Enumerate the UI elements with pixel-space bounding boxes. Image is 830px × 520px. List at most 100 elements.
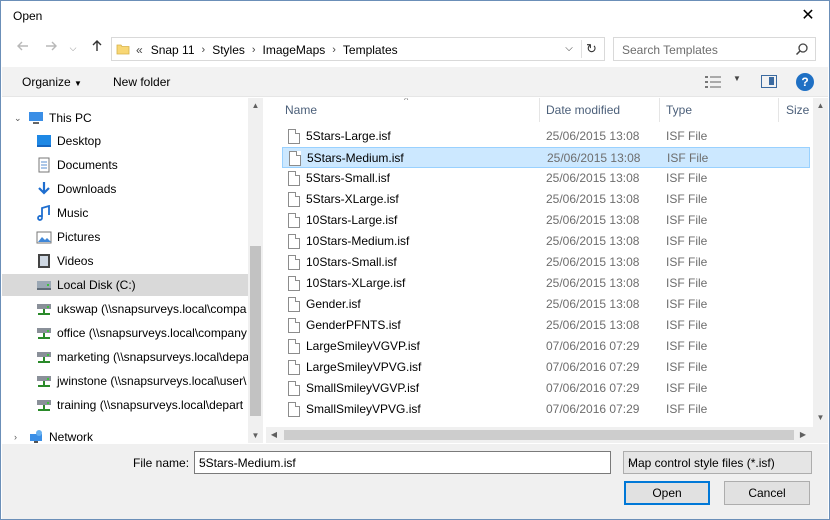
file-name: SmallSmileyVGVP.isf xyxy=(306,381,420,395)
file-row[interactable]: GenderPFNTS.isf 25/06/2015 13:08 ISF File xyxy=(282,315,810,336)
breadcrumb-overflow[interactable]: « xyxy=(136,43,143,57)
documents-icon xyxy=(38,157,50,173)
file-row[interactable]: Gender.isf 25/06/2015 13:08 ISF File xyxy=(282,294,810,315)
recent-locations-dropdown-icon[interactable]: ⌵ xyxy=(63,38,83,58)
chevron-right-icon[interactable]: › xyxy=(202,44,206,56)
refresh-icon[interactable]: ↻ xyxy=(581,40,601,58)
chevron-right-icon[interactable]: › xyxy=(14,426,17,443)
new-folder-button[interactable]: New folder xyxy=(113,75,170,89)
breadcrumb-imagemaps[interactable]: ImageMaps xyxy=(263,43,326,57)
file-date-modified: 25/06/2015 13:08 xyxy=(546,129,640,143)
file-list-horizontal-scrollbar[interactable]: ◀ ▶ xyxy=(266,427,813,443)
local-disk-icon xyxy=(37,281,51,290)
scroll-up-icon[interactable]: ▲ xyxy=(248,98,263,113)
file-date-modified: 25/06/2015 13:08 xyxy=(546,213,640,227)
videos-icon xyxy=(38,254,50,268)
column-name[interactable]: Name xyxy=(285,103,317,117)
column-divider[interactable] xyxy=(778,98,779,122)
file-row[interactable]: 5Stars-XLarge.isf 25/06/2015 13:08 ISF Fil… xyxy=(282,189,810,210)
breadcrumb-snap-11[interactable]: Snap 11 xyxy=(151,43,195,57)
navigation-scrollbar[interactable]: ▲ ▼ xyxy=(248,98,263,443)
file-name: 5Stars-Small.isf xyxy=(306,171,391,185)
search-input[interactable]: Search Templates xyxy=(622,43,718,57)
sidebar-item-marketing[interactable]: marketing (\\snapsurveys.local\depa xyxy=(2,346,248,368)
scroll-left-icon[interactable]: ◀ xyxy=(266,427,282,443)
address-bar[interactable]: « Snap 11 › Styles › ImageMaps › Templat… xyxy=(111,37,605,61)
scroll-right-icon[interactable]: ▶ xyxy=(795,427,811,443)
file-row[interactable]: 5Stars-Medium.isf 25/06/2015 13:08 ISF Fil… xyxy=(282,147,810,168)
file-row[interactable]: SmallSmileyVPVG.isf 07/06/2016 07:29 ISF F… xyxy=(282,399,810,420)
scrollbar-thumb[interactable] xyxy=(284,430,794,440)
scroll-up-icon[interactable]: ▲ xyxy=(813,98,828,113)
sidebar-item-videos[interactable]: Videos xyxy=(2,250,248,272)
column-date-modified[interactable]: Date modified xyxy=(546,103,620,117)
sidebar-item-ukswap[interactable]: ukswap (\\snapsurveys.local\compa xyxy=(2,298,248,320)
file-row[interactable]: LargeSmileyVGVP.isf 07/06/2016 07:29 ISF F… xyxy=(282,336,810,357)
column-type[interactable]: Type xyxy=(666,103,692,117)
file-type: ISF File xyxy=(666,213,708,227)
file-icon xyxy=(288,297,300,312)
help-icon[interactable]: ? xyxy=(796,73,814,91)
file-row[interactable]: 10Stars-Medium.isf 25/06/2015 13:08 ISF Fi… xyxy=(282,231,810,252)
file-name: 5Stars-Large.isf xyxy=(306,129,391,143)
change-view-button[interactable]: ▼ xyxy=(705,73,745,91)
sidebar-item-office[interactable]: office (\\snapsurveys.local\company xyxy=(2,322,248,344)
sidebar-item-network[interactable]: › Network xyxy=(2,426,248,443)
file-name-field[interactable]: 5Stars-Medium.isf ⌵ xyxy=(194,451,611,474)
open-button[interactable]: Open xyxy=(624,481,710,505)
column-divider[interactable] xyxy=(659,98,660,122)
chevron-down-icon[interactable]: ⌵ xyxy=(561,40,577,58)
file-row[interactable]: LargeSmileyVPVG.isf 07/06/2016 07:29 ISF F… xyxy=(282,357,810,378)
scroll-down-icon[interactable]: ▼ xyxy=(813,410,828,425)
music-icon xyxy=(37,205,50,221)
file-type: ISF File xyxy=(666,255,708,269)
file-row[interactable]: 10Stars-Large.isf 25/06/2015 13:08 ISF Fil… xyxy=(282,210,810,231)
network-drive-icon xyxy=(37,304,51,315)
file-row[interactable]: SmallSmileyVGVP.isf 07/06/2016 07:29 ISF F… xyxy=(282,378,810,399)
caret-down-icon: ▼ xyxy=(733,74,741,83)
column-size[interactable]: Size xyxy=(786,103,809,117)
file-type: ISF File xyxy=(666,234,708,248)
sidebar-item-label: Downloads xyxy=(57,182,117,196)
cancel-button[interactable]: Cancel xyxy=(724,481,810,505)
file-row[interactable]: 10Stars-Small.isf 25/06/2015 13:08 ISF Fil… xyxy=(282,252,810,273)
forward-arrow-icon[interactable] xyxy=(41,38,61,58)
file-row[interactable]: 5Stars-Small.isf 25/06/2015 13:08 ISF File xyxy=(282,168,810,189)
file-name: SmallSmileyVPVG.isf xyxy=(306,402,421,416)
file-date-modified: 25/06/2015 13:08 xyxy=(546,276,640,290)
search-box[interactable]: Search Templates xyxy=(613,37,816,61)
sidebar-item-this[interactable]: ⌄ This PC xyxy=(2,107,248,129)
file-row[interactable]: 5Stars-Large.isf 25/06/2015 13:08 ISF File xyxy=(282,126,810,147)
file-icon xyxy=(288,276,300,291)
file-type-select[interactable]: Map control style files (*.isf) ⌵ xyxy=(623,451,812,474)
scrollbar-corner xyxy=(813,427,828,443)
back-arrow-icon[interactable] xyxy=(13,38,33,58)
sidebar-item-downloads[interactable]: Downloads xyxy=(2,178,248,200)
sidebar-item-jwinstone[interactable]: jwinstone (\\snapsurveys.local\user\ xyxy=(2,370,248,392)
sidebar-item-documents[interactable]: Documents xyxy=(2,154,248,176)
sidebar-item-training[interactable]: training (\\snapsurveys.local\depart xyxy=(2,394,248,416)
scrollbar-thumb[interactable] xyxy=(250,246,261,416)
chevron-down-icon[interactable]: ⌵ xyxy=(199,456,607,467)
breadcrumb-templates[interactable]: Templates xyxy=(343,43,398,57)
file-name-label: File name: xyxy=(133,456,190,470)
chevron-down-icon[interactable]: ⌄ xyxy=(14,107,22,129)
preview-pane-icon[interactable] xyxy=(761,75,777,88)
sidebar-item-local[interactable]: Local Disk (C:) xyxy=(2,274,248,296)
chevron-down-icon[interactable]: ⌵ xyxy=(628,457,805,468)
file-list-vertical-scrollbar[interactable]: ▲ ▼ xyxy=(813,98,828,428)
chevron-right-icon[interactable]: › xyxy=(332,44,336,56)
file-date-modified: 07/06/2016 07:29 xyxy=(546,360,640,374)
sidebar-item-desktop[interactable]: Desktop xyxy=(2,130,248,152)
close-icon[interactable]: ✕ xyxy=(797,5,819,27)
scroll-down-icon[interactable]: ▼ xyxy=(248,428,263,443)
sidebar-item-pictures[interactable]: Pictures xyxy=(2,226,248,248)
column-divider[interactable] xyxy=(539,98,540,122)
sidebar-item-music[interactable]: Music xyxy=(2,202,248,224)
file-row[interactable]: 10Stars-XLarge.isf 25/06/2015 13:08 ISF Fi… xyxy=(282,273,810,294)
organize-button[interactable]: Organize ▼ xyxy=(22,75,82,89)
up-arrow-icon[interactable] xyxy=(87,38,107,58)
network-drive-icon xyxy=(37,400,51,411)
chevron-right-icon[interactable]: › xyxy=(252,44,256,56)
breadcrumb-styles[interactable]: Styles xyxy=(212,43,245,57)
